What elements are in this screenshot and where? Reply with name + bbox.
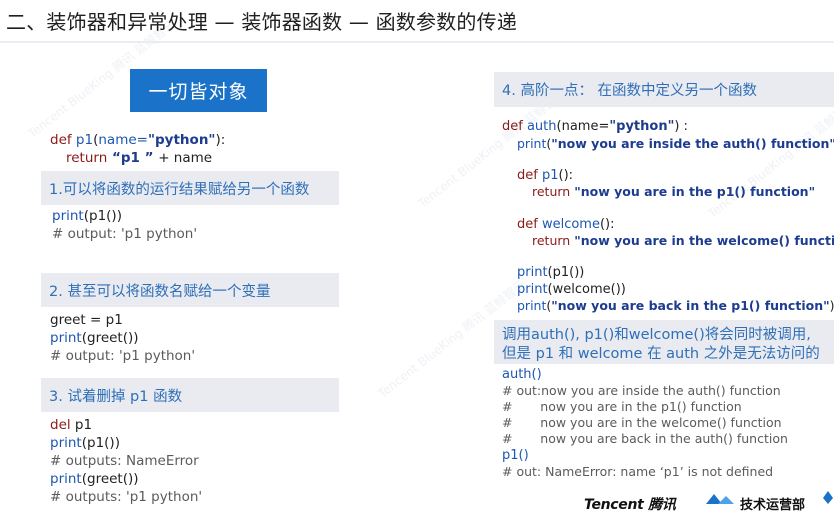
code-line: greet = p1 (50, 312, 123, 328)
code-line: print(p1()) (50, 435, 120, 451)
code-line: def welcome(): (517, 217, 615, 232)
code-line: print("now you are inside the auth() fun… (517, 136, 834, 151)
code-line: def p1(): (517, 168, 574, 183)
code-line: print(greet()) (50, 471, 139, 487)
everything-is-object-badge: 一切皆对象 (130, 69, 267, 112)
section-heading-4: 4. 高阶一点： 在函数中定义另一个函数 (494, 72, 834, 107)
page-title: 二、装饰器和异常处理 — 装饰器函数 — 函数参数的传递 (6, 10, 518, 34)
section-heading-3: 3. 试着删掉 p1 函数 (41, 378, 339, 412)
code-comment: # now you are back in the auth() functio… (502, 431, 788, 446)
code-comment: # now you are in the welcome() function (502, 415, 782, 430)
code-comment: # output: 'p1 python' (52, 226, 198, 242)
corner-logo-icon (822, 490, 834, 509)
title-divider (0, 41, 834, 43)
code-comment: # outputs: 'p1 python' (50, 489, 203, 505)
section-heading-2: 2. 甚至可以将函数名赋给一个变量 (41, 273, 339, 307)
code-line: auth() (502, 367, 542, 382)
code-line: return "now you are in the welcome() fun… (532, 233, 834, 248)
code-line: print(p1()) (517, 265, 585, 280)
note-line: 调用auth(), p1()和welcome()将会同时被调用, (502, 327, 811, 343)
ops-logo-icon (704, 491, 738, 510)
code-line: def auth(name="python") : (502, 119, 688, 134)
code-line: print(greet()) (50, 330, 139, 346)
section-heading-1: 1.可以将函数的运行结果赋给另一个函数 (41, 171, 339, 205)
code-line: return “p1 ” + name (66, 150, 213, 166)
code-line: print("now you are back in the p1() func… (517, 298, 834, 313)
code-line: p1() (502, 448, 529, 463)
note-line: 但是 p1 和 welcome 在 auth 之外是无法访问的 (502, 346, 820, 362)
code-line: def p1(name="python"): (50, 132, 226, 148)
explanation-note: 调用auth(), p1()和welcome()将会同时被调用, 但是 p1 和… (494, 320, 834, 364)
code-line: print(p1()) (52, 208, 122, 224)
code-line: del p1 (50, 417, 93, 433)
code-line: return "now you are in the p1() function… (532, 184, 816, 199)
code-comment: # out: NameError: name ‘p1’ is not defin… (502, 464, 774, 479)
watermark: Tencent BlueKing 腾讯 蓝鲸智云 (705, 97, 834, 221)
code-comment: # outputs: NameError (50, 453, 199, 469)
code-comment: # now you are in the p1() function (502, 399, 742, 414)
ops-dept-label: 技术运营部 (740, 498, 806, 513)
tencent-logo: Tencent 腾讯 (584, 497, 676, 513)
code-line: print(welcome()) (517, 282, 626, 297)
code-comment: # output: 'p1 python' (50, 348, 196, 364)
code-comment: # out:now you are inside the auth() func… (502, 383, 781, 398)
